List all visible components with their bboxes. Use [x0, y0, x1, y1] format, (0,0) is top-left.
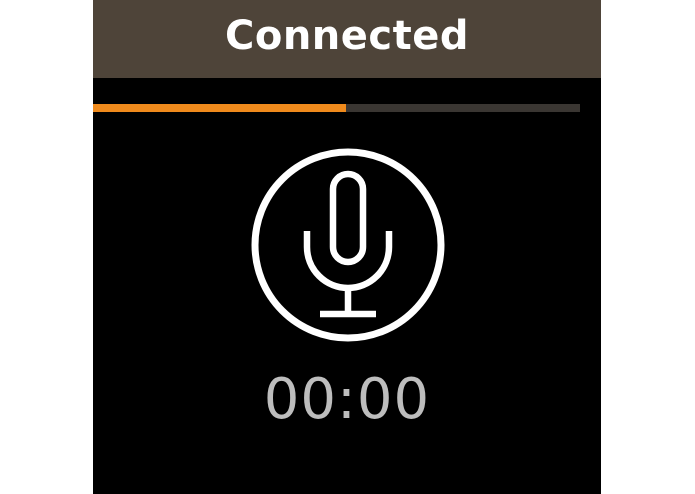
record-button[interactable]: [250, 147, 446, 343]
progress-bar: [93, 104, 580, 112]
elapsed-timer: 00:00: [263, 367, 431, 432]
progress-bar-fill: [93, 104, 346, 112]
connection-status: Connected: [224, 13, 469, 59]
recorder-screen: Connected 00:00: [93, 0, 601, 494]
status-header: Connected: [93, 0, 601, 78]
microphone-icon: [251, 148, 445, 342]
